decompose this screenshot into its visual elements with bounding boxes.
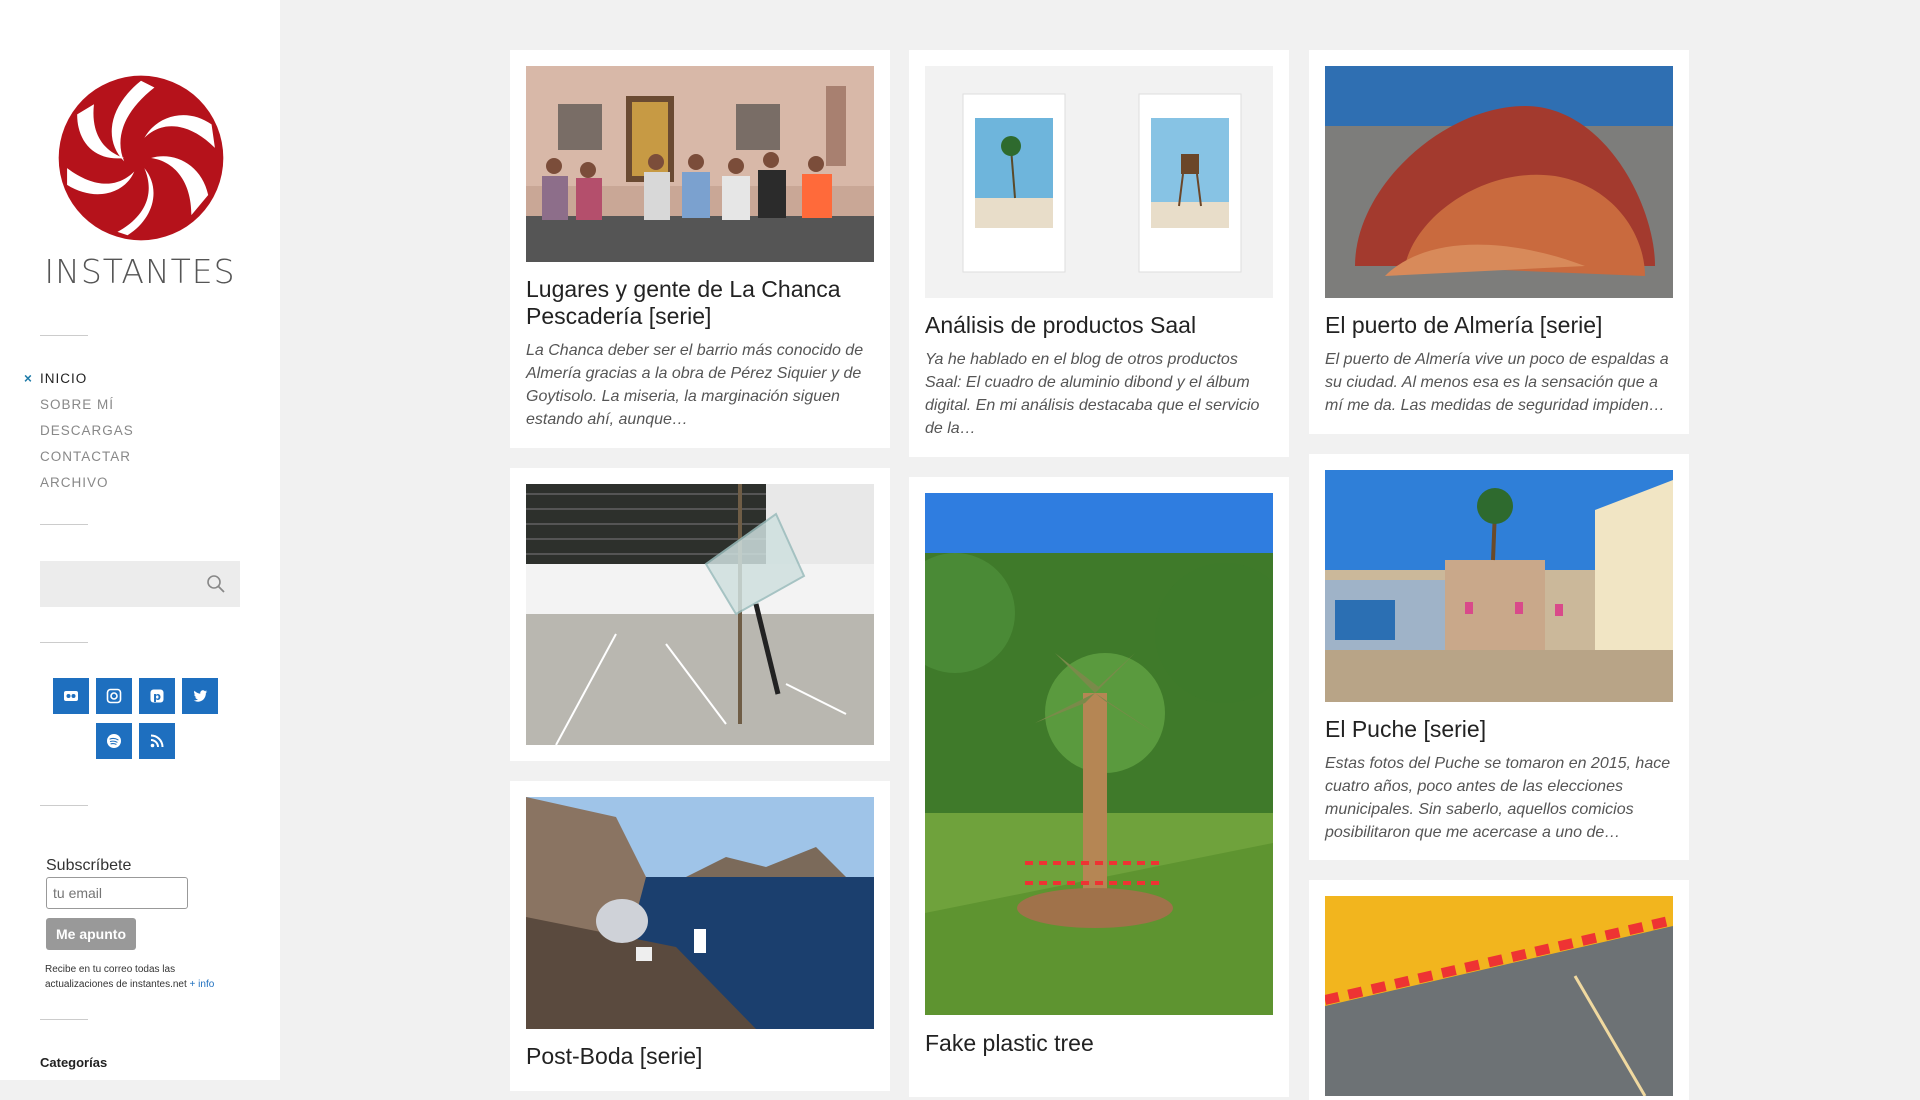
more-info-link[interactable]: + info bbox=[190, 979, 215, 990]
post-thumbnail-post-boda[interactable] bbox=[526, 797, 874, 1029]
post-excerpt: La Chanca deber ser el barrio más conoci… bbox=[526, 342, 864, 428]
post-excerpt: Ya he hablado en el blog de otros produc… bbox=[925, 351, 1260, 437]
post-title[interactable]: Lugares y gente de La Chanca Pescadería … bbox=[526, 276, 876, 330]
twitter-icon[interactable] bbox=[182, 678, 218, 714]
post-card: Post-Boda [serie] bbox=[510, 781, 890, 1091]
nav-item-archivo[interactable]: ARCHIVO bbox=[40, 470, 134, 496]
search-box bbox=[40, 561, 240, 607]
divider bbox=[40, 524, 88, 525]
post-thumbnail-la-chanca[interactable] bbox=[526, 66, 874, 262]
post-title[interactable]: Post-Boda [serie] bbox=[526, 1043, 876, 1070]
post-thumbnail-basketball[interactable] bbox=[526, 484, 874, 745]
divider bbox=[40, 335, 88, 336]
post-thumbnail-puerto[interactable] bbox=[1325, 66, 1673, 298]
post-excerpt: El puerto de Almería vive un poco de esp… bbox=[1325, 351, 1669, 414]
post-card bbox=[510, 468, 890, 761]
divider bbox=[40, 642, 88, 643]
divider bbox=[40, 805, 88, 806]
nav-item-contactar[interactable]: CONTACTAR bbox=[40, 444, 134, 470]
post-thumbnail-saal[interactable] bbox=[925, 66, 1273, 298]
post-card: El Puche [serie] Estas fotos del Puche s… bbox=[1309, 454, 1689, 860]
aperture-logo-icon[interactable] bbox=[57, 74, 225, 242]
post-title[interactable]: Fake plastic tree bbox=[925, 1030, 1275, 1057]
subscribe-label: Subscríbete bbox=[46, 857, 132, 874]
post-card: El puerto de Almería [serie] El puerto d… bbox=[1309, 50, 1689, 434]
email-field[interactable] bbox=[46, 877, 188, 909]
post-thumbnail-el-puche[interactable] bbox=[1325, 470, 1673, 702]
post-thumbnail-yellow-lines[interactable] bbox=[1325, 896, 1673, 1096]
nav-item-descargas[interactable]: DESCARGAS bbox=[40, 418, 134, 444]
spotify-icon[interactable] bbox=[96, 723, 132, 759]
flickr-icon[interactable] bbox=[53, 678, 89, 714]
subscribe-button[interactable]: Me apunto bbox=[46, 918, 136, 950]
nav-item-inicio[interactable]: INICIO bbox=[24, 366, 134, 392]
subscribe-note: Recibe en tu correo todas las actualizac… bbox=[45, 962, 245, 992]
main-nav: INICIO SOBRE MÍ DESCARGAS CONTACTAR ARCH… bbox=[24, 366, 134, 496]
subscribe-note-text: Recibe en tu correo todas las actualizac… bbox=[45, 964, 187, 990]
nav-item-sobre-mi[interactable]: SOBRE MÍ bbox=[40, 392, 134, 418]
post-title[interactable]: El puerto de Almería [serie] bbox=[1325, 312, 1675, 339]
post-card: Fake plastic tree bbox=[909, 477, 1289, 1097]
categories-title: Categorías bbox=[40, 1055, 108, 1070]
post-title[interactable]: El Puche [serie] bbox=[1325, 716, 1675, 743]
post-excerpt: Estas fotos del Puche se tomaron en 2015… bbox=[1325, 755, 1671, 841]
site-title[interactable]: INSTANTES bbox=[0, 252, 280, 291]
sidebar: INSTANTES INICIO SOBRE MÍ DESCARGAS CONT… bbox=[0, 0, 280, 1080]
rss-icon[interactable] bbox=[139, 723, 175, 759]
post-title[interactable]: Análisis de productos Saal bbox=[925, 312, 1275, 339]
post-card: Análisis de productos Saal Ya he hablado… bbox=[909, 50, 1289, 457]
svg-text:p: p bbox=[153, 690, 161, 703]
pinterest-icon[interactable]: p bbox=[139, 678, 175, 714]
search-input[interactable] bbox=[40, 561, 210, 605]
instagram-icon[interactable] bbox=[96, 678, 132, 714]
search-icon[interactable] bbox=[206, 574, 226, 594]
divider bbox=[40, 1019, 88, 1020]
post-card bbox=[1309, 880, 1689, 1100]
post-card: Lugares y gente de La Chanca Pescadería … bbox=[510, 50, 890, 448]
post-thumbnail-fake-plastic-tree[interactable] bbox=[925, 493, 1273, 1015]
